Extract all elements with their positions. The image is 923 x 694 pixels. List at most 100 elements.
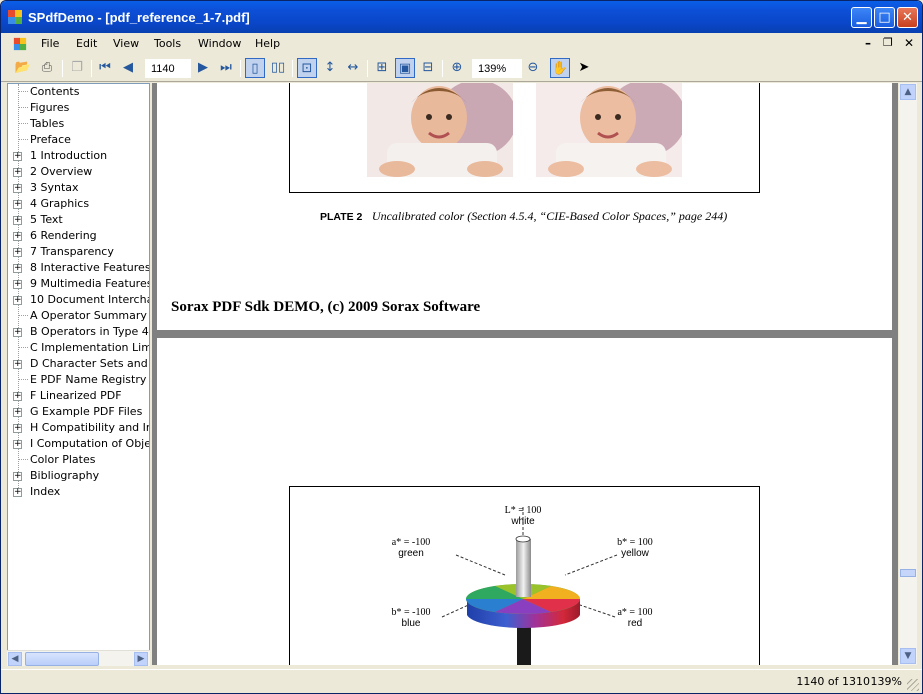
expand-icon[interactable]: + xyxy=(13,216,22,225)
menu-window[interactable]: Window xyxy=(198,37,241,50)
fit-page-icon[interactable]: ⊡ xyxy=(297,58,317,78)
maximize-button[interactable]: □ xyxy=(874,7,895,28)
scroll-left-icon[interactable]: ◀ xyxy=(8,652,22,666)
last-page-icon[interactable]: ⏭ xyxy=(216,58,236,78)
select-tool-icon[interactable]: ➤ xyxy=(574,58,594,78)
tree-item[interactable]: Tables xyxy=(8,116,149,132)
zoom-in-icon[interactable]: ⊕ xyxy=(447,58,467,78)
tree-item-label[interactable]: G Example PDF Files xyxy=(29,404,143,420)
hand-tool-icon[interactable]: ✋ xyxy=(550,58,570,78)
tree-item-label[interactable]: A Operator Summary xyxy=(29,308,148,324)
scroll-up-icon[interactable]: ▲ xyxy=(900,84,916,100)
tree-item-label[interactable]: 10 Document Interchang xyxy=(29,292,149,308)
tree-item-label[interactable]: I Computation of Object D xyxy=(29,436,149,452)
zoom-width-icon[interactable]: ⊟ xyxy=(418,58,438,78)
title-bar[interactable]: SPdfDemo - [pdf_reference_1-7.pdf] ▁ □ ✕ xyxy=(1,1,922,33)
scrollbar-thumb[interactable] xyxy=(900,569,916,577)
copy-icon[interactable]: ❐ xyxy=(67,58,87,78)
single-page-icon[interactable]: ▯ xyxy=(245,58,265,78)
expand-icon[interactable]: + xyxy=(13,200,22,209)
expand-icon[interactable]: + xyxy=(13,408,22,417)
expand-icon[interactable]: + xyxy=(13,168,22,177)
document-icon[interactable] xyxy=(13,37,27,51)
tree-item-label[interactable]: D Character Sets and En xyxy=(29,356,149,372)
mdi-minimize-icon[interactable]: – xyxy=(865,36,871,50)
tree-item[interactable]: +9 Multimedia Features xyxy=(8,276,149,292)
mdi-close-icon[interactable]: ✕ xyxy=(904,36,914,50)
tree-item-label[interactable]: 6 Rendering xyxy=(29,228,98,244)
tree-item-label[interactable]: 4 Graphics xyxy=(29,196,90,212)
tree-item-label[interactable]: E PDF Name Registry xyxy=(29,372,147,388)
resize-grip-icon[interactable] xyxy=(907,679,919,691)
tree-item[interactable]: + D Character Sets and En xyxy=(8,356,149,372)
tree-item[interactable]: +5 Text xyxy=(8,212,149,228)
tree-item-label[interactable]: F Linearized PDF xyxy=(29,388,123,404)
tree-item-label[interactable]: Index xyxy=(29,484,61,500)
tree-item-label[interactable]: 8 Interactive Features xyxy=(29,260,149,276)
tree-item[interactable]: + B Operators in Type 4 Fu xyxy=(8,324,149,340)
tree-item[interactable]: + I Computation of Object D xyxy=(8,436,149,452)
expand-icon[interactable]: + xyxy=(13,328,22,337)
expand-icon[interactable]: + xyxy=(13,152,22,161)
menu-view[interactable]: View xyxy=(113,37,139,50)
menu-tools[interactable]: Tools xyxy=(154,37,181,50)
tree-item-label[interactable]: Contents xyxy=(29,84,80,100)
open-icon[interactable]: 📂 xyxy=(13,58,33,78)
expand-icon[interactable]: + xyxy=(13,248,22,257)
tree-item[interactable]: E PDF Name Registry xyxy=(8,372,149,388)
menu-edit[interactable]: Edit xyxy=(76,37,97,50)
tree-item[interactable]: + G Example PDF Files xyxy=(8,404,149,420)
tree-item-label[interactable]: 3 Syntax xyxy=(29,180,80,196)
expand-icon[interactable]: + xyxy=(13,280,22,289)
tree-item[interactable]: +3 Syntax xyxy=(8,180,149,196)
tree-item[interactable]: Contents xyxy=(8,84,149,100)
expand-icon[interactable]: + xyxy=(13,296,22,305)
expand-icon[interactable]: + xyxy=(13,184,22,193)
viewer-vertical-scrollbar[interactable]: ▲ ▼ xyxy=(899,83,917,665)
menu-help[interactable]: Help xyxy=(255,37,280,50)
tree-item-label[interactable]: 7 Transparency xyxy=(29,244,115,260)
tree-item[interactable]: Color Plates xyxy=(8,452,149,468)
expand-icon[interactable]: + xyxy=(13,264,22,273)
tree-item-label[interactable]: Tables xyxy=(29,116,65,132)
tree-item-label[interactable]: B Operators in Type 4 Fu xyxy=(29,324,149,340)
outline-horizontal-scrollbar[interactable]: ◀ ▶ xyxy=(7,650,150,666)
close-button[interactable]: ✕ xyxy=(897,7,918,28)
tree-item-label[interactable]: Figures xyxy=(29,100,70,116)
expand-icon[interactable]: + xyxy=(13,440,22,449)
print-icon[interactable]: ⎙ xyxy=(37,58,57,78)
tree-item[interactable]: +1 Introduction xyxy=(8,148,149,164)
tree-item[interactable]: Figures xyxy=(8,100,149,116)
tree-item[interactable]: +6 Rendering xyxy=(8,228,149,244)
previous-page-icon[interactable]: ◀ xyxy=(118,58,138,78)
first-page-icon[interactable]: ⏮ xyxy=(95,58,115,78)
actual-size-icon[interactable]: ⊞ xyxy=(372,58,392,78)
tree-item-label[interactable]: 9 Multimedia Features xyxy=(29,276,149,292)
expand-icon[interactable]: + xyxy=(13,488,22,497)
tree-item[interactable]: +10 Document Interchang xyxy=(8,292,149,308)
tree-item[interactable]: +4 Graphics xyxy=(8,196,149,212)
menu-file[interactable]: File xyxy=(41,37,59,50)
minimize-button[interactable]: ▁ xyxy=(851,7,872,28)
expand-icon[interactable]: + xyxy=(13,360,22,369)
tree-item[interactable]: +8 Interactive Features xyxy=(8,260,149,276)
next-page-icon[interactable]: ▶ xyxy=(193,58,213,78)
zoom-input[interactable] xyxy=(472,59,522,78)
scroll-right-icon[interactable]: ▶ xyxy=(134,652,148,666)
fit-width-icon[interactable]: ↔ xyxy=(343,58,363,78)
scroll-down-icon[interactable]: ▼ xyxy=(900,648,916,664)
tree-item-label[interactable]: Bibliography xyxy=(29,468,100,484)
fit-height-icon[interactable]: ↕ xyxy=(320,58,340,78)
tree-item-label[interactable]: 2 Overview xyxy=(29,164,93,180)
tree-item[interactable]: Preface xyxy=(8,132,149,148)
document-viewer[interactable]: PLATE 2 Uncalibrated color (Section 4.5.… xyxy=(152,83,898,665)
tree-item[interactable]: A Operator Summary xyxy=(8,308,149,324)
tree-item-label[interactable]: H Compatibility and Imple xyxy=(29,420,149,436)
tree-item-label[interactable]: 1 Introduction xyxy=(29,148,108,164)
tree-item[interactable]: +2 Overview xyxy=(8,164,149,180)
outline-tree[interactable]: Contents Figures Tables Preface +1 Introduct… xyxy=(7,83,150,665)
mdi-restore-icon[interactable]: ❐ xyxy=(883,36,893,49)
expand-icon[interactable]: + xyxy=(13,424,22,433)
tree-item[interactable]: +7 Transparency xyxy=(8,244,149,260)
two-page-icon[interactable]: ▯▯ xyxy=(268,58,288,78)
